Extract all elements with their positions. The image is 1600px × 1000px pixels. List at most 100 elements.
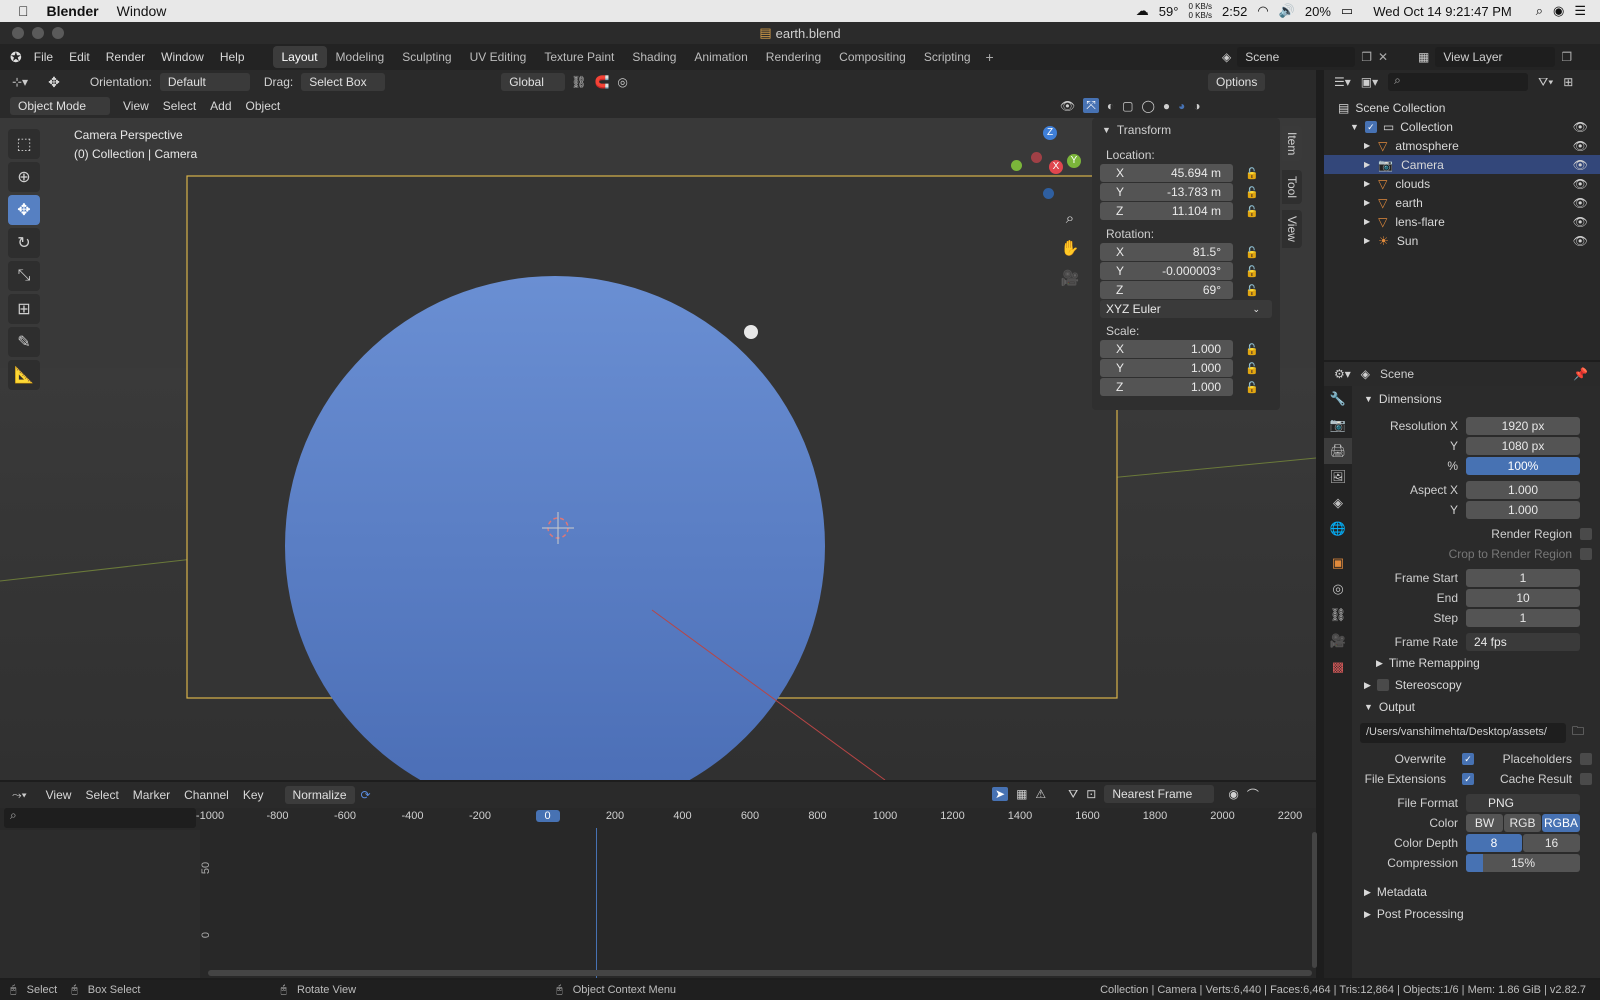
viewport-menu-select[interactable]: Select	[156, 99, 203, 113]
network-meter[interactable]: 0 KB/s 0 KB/s	[1188, 2, 1212, 20]
viewport-menu-add[interactable]: Add	[203, 99, 238, 113]
menu-file[interactable]: File	[26, 44, 61, 70]
workspace-tab-animation[interactable]: Animation	[685, 46, 756, 68]
camera-view-icon[interactable]: 🎥	[1058, 264, 1082, 294]
mode-dropdown[interactable]: Object Mode	[10, 97, 110, 115]
orientation-dropdown[interactable]: Default	[159, 73, 250, 91]
transform-tool-icon[interactable]: ⊞	[8, 294, 40, 324]
aspect-y-field[interactable]: 1.000	[1466, 500, 1580, 519]
collapse-arrow-icon[interactable]: ▼	[1102, 125, 1111, 135]
output-panel-header[interactable]: ▼ Output	[1354, 696, 1600, 718]
battery-time[interactable]: 2:52	[1222, 4, 1247, 19]
timeline-menu-view[interactable]: View	[39, 788, 79, 802]
rotation-mode-dropdown[interactable]: XYZ Euler ⌄	[1100, 300, 1272, 318]
viewport-menu-object[interactable]: Object	[239, 99, 288, 113]
post-processing-header[interactable]: ▶ Post Processing	[1354, 903, 1600, 925]
wifi-icon[interactable]: ◠	[1257, 3, 1268, 19]
rotate-tool-icon[interactable]: ↻	[8, 228, 40, 258]
output-tab-icon[interactable]: 🖨	[1324, 438, 1352, 464]
physics-tab-icon[interactable]: ◎	[1324, 576, 1352, 602]
rotation-y-field[interactable]: Y -0.000003°	[1100, 262, 1233, 280]
menu-window[interactable]: Window	[153, 44, 212, 70]
lock-icon[interactable]: 🔓	[1245, 284, 1259, 297]
measure-tool-icon[interactable]: 📐	[8, 360, 40, 390]
expand-arrow-icon[interactable]: ▶	[1364, 141, 1370, 150]
expand-arrow-icon[interactable]: ▶	[1364, 236, 1370, 245]
frame-step-field[interactable]: 1	[1466, 608, 1580, 627]
proportional-edit-icon[interactable]: ◎	[617, 75, 627, 89]
pivot-timeline-icon[interactable]: ⊡	[1086, 787, 1096, 801]
resolution-y-field[interactable]: 1080 px	[1466, 436, 1580, 455]
siri-icon[interactable]: ◉	[1553, 3, 1564, 19]
location-x-field[interactable]: X 45.694 m	[1100, 164, 1233, 182]
control-center-icon[interactable]: ☰	[1574, 3, 1586, 19]
tool-tab-icon[interactable]: 🔧	[1324, 386, 1352, 412]
compression-slider[interactable]: 15%	[1466, 853, 1580, 872]
scene-selector[interactable]: ◈ Scene ❐ ✕	[1222, 47, 1388, 67]
weather-icon[interactable]: ☁	[1136, 3, 1149, 19]
select-box-tool-icon[interactable]: ⬚	[8, 129, 40, 159]
temperature[interactable]: 59°	[1159, 4, 1179, 19]
aspect-x-field[interactable]: 1.000	[1466, 480, 1580, 499]
warning-icon[interactable]: ⚠	[1035, 787, 1046, 801]
snap-icon[interactable]: 🧲	[594, 75, 609, 89]
eye-icon[interactable]: 👁	[1573, 139, 1588, 153]
outliner-search-input[interactable]: ⌕	[1388, 73, 1529, 91]
cursor-tool-icon[interactable]: ⊕	[8, 162, 40, 192]
view-layer-tab-icon[interactable]: 🖼	[1324, 464, 1352, 490]
time-remapping-header[interactable]: ▶ Time Remapping	[1354, 652, 1600, 674]
tab-item[interactable]: Item	[1282, 126, 1302, 162]
gizmo-neg-z[interactable]	[1043, 188, 1054, 199]
proportional-timeline-icon[interactable]: ◉	[1228, 787, 1238, 801]
render-region-row[interactable]: Render Region	[1354, 524, 1600, 543]
gizmo-neg-y[interactable]	[1011, 160, 1022, 171]
workspace-tab-shading[interactable]: Shading	[623, 46, 685, 68]
lock-icon[interactable]: 🔓	[1245, 246, 1259, 259]
expand-arrow-icon[interactable]: ▼	[1350, 122, 1359, 132]
frame-ruler[interactable]: -1000 -800 -600 -400 -200 0 200 400 600 800 1000 12…	[196, 808, 1310, 828]
lock-icon[interactable]: 🔓	[1245, 205, 1259, 218]
cache-result-checkbox[interactable]	[1580, 772, 1592, 785]
outliner-editor-icon[interactable]: ☰▾	[1334, 75, 1351, 89]
timeline-area[interactable]: ⌕ -1000 -800 -600 -400 -200 0 200 400 600 800 1000…	[0, 808, 1317, 978]
eye-icon[interactable]: 👁	[1573, 158, 1588, 172]
battery-icon[interactable]: ▭	[1341, 3, 1353, 19]
visibility-icon[interactable]: 👁	[1060, 99, 1075, 113]
clock[interactable]: Wed Oct 14 9:21:47 PM	[1373, 4, 1512, 19]
snap-dropdown[interactable]: Nearest Frame	[1104, 785, 1215, 803]
file-extensions-checkbox[interactable]: ✓	[1462, 772, 1474, 785]
volume-icon[interactable]: 🔊	[1279, 3, 1295, 19]
location-z-field[interactable]: Z 11.104 m	[1100, 202, 1233, 220]
workspace-tab-rendering[interactable]: Rendering	[757, 46, 830, 68]
metadata-header[interactable]: ▶ Metadata	[1354, 881, 1600, 903]
options-dropdown[interactable]: Options	[1208, 73, 1266, 91]
workspace-tab-uv-editing[interactable]: UV Editing	[461, 46, 536, 68]
crop-region-checkbox[interactable]	[1580, 547, 1592, 560]
editor-type-icon[interactable]: ⊹▾	[12, 75, 28, 89]
remove-scene-icon[interactable]: ✕	[1378, 50, 1388, 64]
expand-arrow-icon[interactable]: ▶	[1364, 179, 1370, 188]
workspace-tab-scripting[interactable]: Scripting	[915, 46, 980, 68]
navigation-gizmo[interactable]: Z X Y	[1005, 124, 1087, 204]
color-rgb-button[interactable]: RGB	[1504, 813, 1541, 832]
falloff-icon[interactable]: ⌒	[1247, 786, 1259, 803]
workspace-tab-texture-paint[interactable]: Texture Paint	[535, 46, 623, 68]
pan-hand-icon[interactable]: ✋	[1058, 234, 1082, 264]
render-region-checkbox[interactable]	[1580, 527, 1592, 540]
depth-16-button[interactable]: 16	[1523, 833, 1580, 852]
depth-8-button[interactable]: 8	[1466, 833, 1522, 852]
dimensions-panel-header[interactable]: ▼ Dimensions	[1354, 388, 1600, 410]
vertical-scrollbar[interactable]	[1312, 832, 1317, 968]
location-y-field[interactable]: Y -13.783 m	[1100, 183, 1233, 201]
viewport-menu-view[interactable]: View	[116, 99, 156, 113]
placeholders-checkbox[interactable]	[1580, 752, 1592, 765]
close-window-button[interactable]	[12, 27, 24, 39]
outliner-item-earth[interactable]: ▶ ▽ earth 👁	[1324, 193, 1600, 212]
transform-panel-header[interactable]: ▼ Transform	[1092, 118, 1280, 142]
gizmo-x[interactable]: X	[1049, 160, 1063, 174]
eye-icon[interactable]: 👁	[1573, 234, 1588, 248]
solid-shading-icon[interactable]: ●	[1163, 99, 1170, 113]
display-mode-icon[interactable]: ▣▾	[1361, 75, 1378, 89]
app-menu[interactable]: Blender	[47, 3, 99, 19]
window-menu[interactable]: Window	[117, 3, 167, 19]
